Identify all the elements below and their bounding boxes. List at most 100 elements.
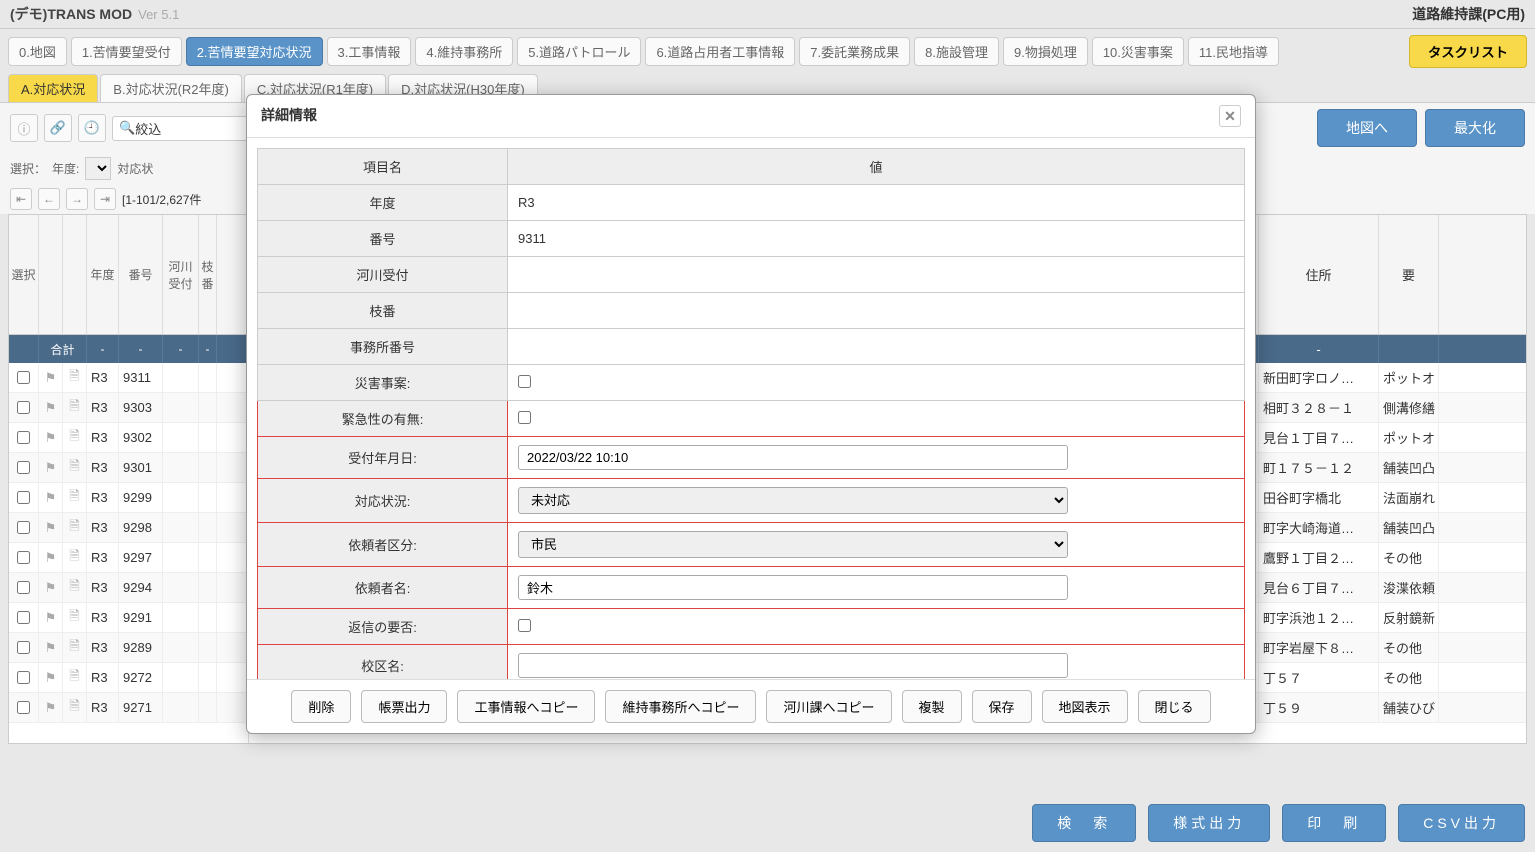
sub-tab[interactable]: B.対応状況(R2年度) [100, 74, 242, 102]
main-tab[interactable]: 11.民地指導 [1188, 37, 1279, 66]
row-checkbox[interactable] [17, 581, 30, 594]
close-icon[interactable]: ✕ [1219, 105, 1241, 127]
row-checkbox[interactable] [17, 401, 30, 414]
maximize-button[interactable]: 最大化 [1425, 109, 1525, 147]
modal-action-button[interactable]: 帳票出力 [361, 690, 447, 723]
flag-icon[interactable]: ⚑ [39, 483, 63, 512]
doc-icon[interactable]: 🗎 [63, 573, 87, 602]
table-row[interactable]: ⚑ 🗎 R3 9298 [9, 513, 248, 543]
modal-action-button[interactable]: 工事情報へコピー [457, 690, 595, 723]
table-row[interactable]: ⚑ 🗎 R3 9291 [9, 603, 248, 633]
year-select[interactable] [85, 157, 111, 180]
row-checkbox[interactable] [17, 461, 30, 474]
detail-input[interactable] [518, 445, 1068, 470]
main-tab[interactable]: 7.委託業務成果 [799, 37, 910, 66]
table-row[interactable]: ⚑ 🗎 R3 9311 [9, 363, 248, 393]
doc-icon[interactable]: 🗎 [63, 393, 87, 422]
row-checkbox[interactable] [17, 431, 30, 444]
main-tab[interactable]: 4.維持事務所 [415, 37, 513, 66]
row-checkbox[interactable] [17, 701, 30, 714]
detail-select[interactable]: 市民 [518, 531, 1068, 558]
header-num[interactable]: 番号 [119, 215, 163, 334]
detail-checkbox[interactable] [518, 619, 531, 632]
main-tab[interactable]: 2.苦情要望対応状況 [186, 37, 323, 66]
flag-icon[interactable]: ⚑ [39, 543, 63, 572]
doc-icon[interactable]: 🗎 [63, 513, 87, 542]
map-button[interactable]: 地図へ [1317, 109, 1417, 147]
tasklist-button[interactable]: タスクリスト [1409, 35, 1527, 68]
sub-tab[interactable]: A.対応状況 [8, 74, 98, 102]
main-tab[interactable]: 8.施設管理 [914, 37, 999, 66]
main-tab[interactable]: 1.苦情要望受付 [71, 37, 182, 66]
header-river[interactable]: 河川受付 [163, 215, 199, 334]
table-row[interactable]: ⚑ 🗎 R3 9302 [9, 423, 248, 453]
table-row[interactable]: ⚑ 🗎 R3 9303 [9, 393, 248, 423]
modal-action-button[interactable]: 削除 [291, 690, 351, 723]
header-year[interactable]: 年度 [87, 215, 119, 334]
info-icon[interactable]: ⓘ [10, 114, 38, 142]
row-checkbox[interactable] [17, 671, 30, 684]
detail-input[interactable] [518, 575, 1068, 600]
flag-icon[interactable]: ⚑ [39, 633, 63, 662]
pager-first[interactable]: ⇤ [10, 188, 32, 210]
doc-icon[interactable]: 🗎 [63, 483, 87, 512]
table-row[interactable]: ⚑ 🗎 R3 9272 [9, 663, 248, 693]
pager-last[interactable]: ⇥ [94, 188, 116, 210]
flag-icon[interactable]: ⚑ [39, 513, 63, 542]
doc-icon[interactable]: 🗎 [63, 423, 87, 452]
table-row[interactable]: ⚑ 🗎 R3 9294 [9, 573, 248, 603]
search-button[interactable]: 検 索 [1032, 804, 1136, 842]
row-checkbox[interactable] [17, 491, 30, 504]
filter-input[interactable] [161, 121, 241, 136]
doc-icon[interactable]: 🗎 [63, 663, 87, 692]
pager-next[interactable]: → [66, 188, 88, 210]
doc-icon[interactable]: 🗎 [63, 363, 87, 392]
header-addr[interactable]: 住所 [1259, 215, 1379, 334]
table-row[interactable]: ⚑ 🗎 R3 9271 [9, 693, 248, 723]
table-row[interactable]: ⚑ 🗎 R3 9299 [9, 483, 248, 513]
detail-checkbox[interactable] [518, 411, 531, 424]
flag-icon[interactable]: ⚑ [39, 573, 63, 602]
doc-icon[interactable]: 🗎 [63, 603, 87, 632]
modal-action-button[interactable]: 保存 [972, 690, 1032, 723]
pager-prev[interactable]: ← [38, 188, 60, 210]
modal-action-button[interactable]: 地図表示 [1042, 690, 1128, 723]
link-icon[interactable]: 🔗 [44, 114, 72, 142]
format-export-button[interactable]: 様式出力 [1148, 804, 1270, 842]
flag-icon[interactable]: ⚑ [39, 423, 63, 452]
main-tab[interactable]: 10.災害事案 [1092, 37, 1184, 66]
flag-icon[interactable]: ⚑ [39, 453, 63, 482]
flag-icon[interactable]: ⚑ [39, 693, 63, 722]
print-button[interactable]: 印 刷 [1282, 804, 1386, 842]
modal-action-button[interactable]: 河川課へコピー [766, 690, 891, 723]
detail-checkbox[interactable] [518, 375, 531, 388]
main-tab[interactable]: 5.道路パトロール [517, 37, 641, 66]
clock-icon[interactable]: 🕘 [78, 114, 106, 142]
doc-icon[interactable]: 🗎 [63, 453, 87, 482]
flag-icon[interactable]: ⚑ [39, 393, 63, 422]
main-tab[interactable]: 3.工事情報 [327, 37, 412, 66]
modal-action-button[interactable]: 維持事務所へコピー [605, 690, 756, 723]
csv-export-button[interactable]: CSV出力 [1398, 804, 1525, 842]
detail-input[interactable] [518, 653, 1068, 678]
main-tab[interactable]: 0.地図 [8, 37, 67, 66]
row-checkbox[interactable] [17, 641, 30, 654]
modal-action-button[interactable]: 閉じる [1138, 690, 1211, 723]
flag-icon[interactable]: ⚑ [39, 663, 63, 692]
filter-box[interactable]: 🔍 絞込 [112, 116, 248, 141]
doc-icon[interactable]: 🗎 [63, 693, 87, 722]
main-tab[interactable]: 9.物損処理 [1003, 37, 1088, 66]
table-row[interactable]: ⚑ 🗎 R3 9289 [9, 633, 248, 663]
flag-icon[interactable]: ⚑ [39, 603, 63, 632]
table-row[interactable]: ⚑ 🗎 R3 9301 [9, 453, 248, 483]
row-checkbox[interactable] [17, 611, 30, 624]
detail-select[interactable]: 未対応 [518, 487, 1068, 514]
row-checkbox[interactable] [17, 521, 30, 534]
header-req[interactable]: 要 [1379, 215, 1439, 334]
modal-action-button[interactable]: 複製 [902, 690, 962, 723]
table-row[interactable]: ⚑ 🗎 R3 9297 [9, 543, 248, 573]
header-branch[interactable]: 枝番 [199, 215, 217, 334]
main-tab[interactable]: 6.道路占用者工事情報 [645, 37, 795, 66]
doc-icon[interactable]: 🗎 [63, 543, 87, 572]
row-checkbox[interactable] [17, 551, 30, 564]
